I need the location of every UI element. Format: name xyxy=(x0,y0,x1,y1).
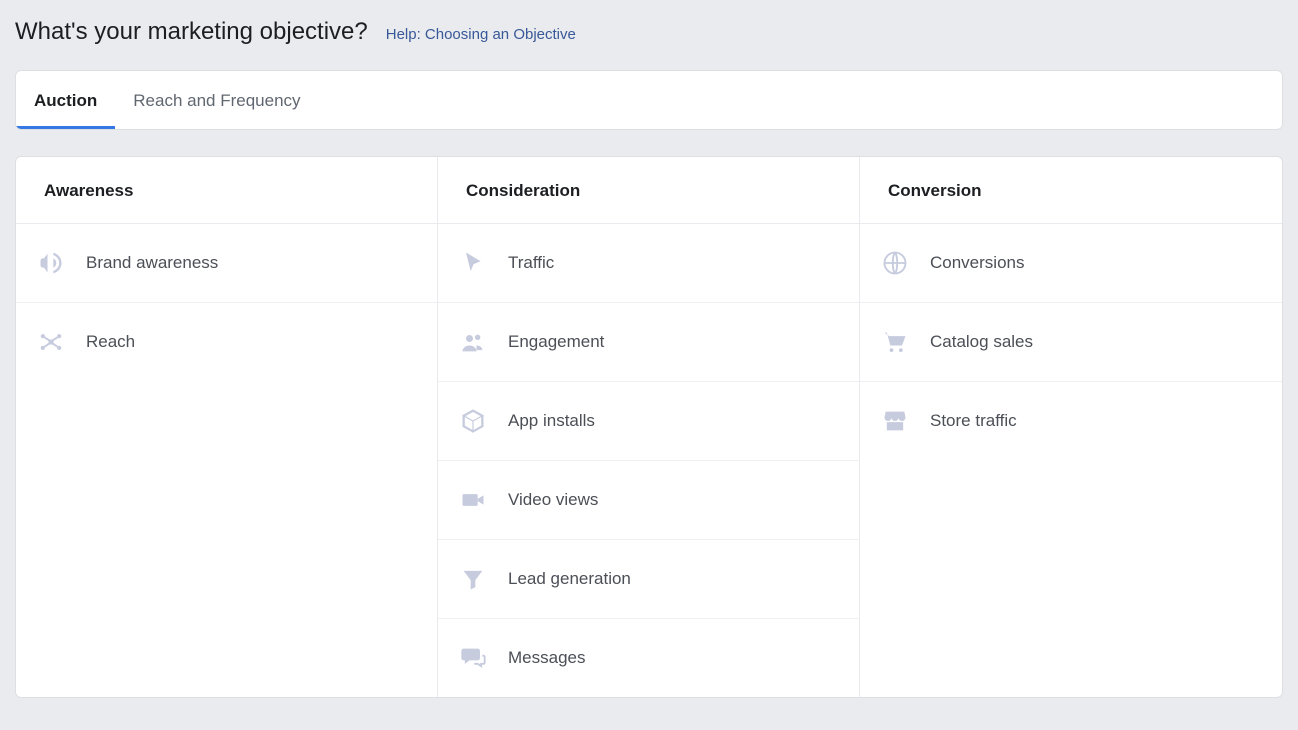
objective-label: App installs xyxy=(508,411,595,431)
column-header-awareness: Awareness xyxy=(16,157,437,224)
tab-auction[interactable]: Auction xyxy=(16,71,115,129)
objective-conversions[interactable]: Conversions xyxy=(860,224,1282,303)
chat-bubbles-icon xyxy=(458,643,488,673)
objective-label: Traffic xyxy=(508,253,554,273)
objective-traffic[interactable]: Traffic xyxy=(438,224,859,303)
objective-label: Store traffic xyxy=(930,411,1017,431)
objective-lead-generation[interactable]: Lead generation xyxy=(438,540,859,619)
objective-reach[interactable]: Reach xyxy=(16,303,437,381)
objective-video-views[interactable]: Video views xyxy=(438,461,859,540)
objective-messages[interactable]: Messages xyxy=(438,619,859,697)
column-header-consideration: Consideration xyxy=(438,157,859,224)
globe-icon xyxy=(880,248,910,278)
column-header-conversion: Conversion xyxy=(860,157,1282,224)
objective-label: Engagement xyxy=(508,332,604,352)
column-consideration: Consideration Traffic Engagement App ins… xyxy=(438,157,860,697)
objectives-card: Awareness Brand awareness Reach Consider… xyxy=(15,156,1283,698)
objective-label: Messages xyxy=(508,648,585,668)
objective-label: Reach xyxy=(86,332,135,352)
objective-label: Conversions xyxy=(930,253,1025,273)
objective-label: Catalog sales xyxy=(930,332,1033,352)
cube-icon xyxy=(458,406,488,436)
objective-app-installs[interactable]: App installs xyxy=(438,382,859,461)
objective-label: Lead generation xyxy=(508,569,631,589)
store-icon xyxy=(880,406,910,436)
objective-catalog-sales[interactable]: Catalog sales xyxy=(860,303,1282,382)
help-link[interactable]: Help: Choosing an Objective xyxy=(386,26,576,43)
buying-type-tabs: Auction Reach and Frequency xyxy=(15,70,1283,130)
funnel-icon xyxy=(458,564,488,594)
objective-label: Brand awareness xyxy=(86,253,218,273)
tab-reach-frequency[interactable]: Reach and Frequency xyxy=(115,71,318,129)
page-title: What's your marketing objective? xyxy=(15,18,368,46)
shopping-cart-icon xyxy=(880,327,910,357)
megaphone-icon xyxy=(36,248,66,278)
objective-brand-awareness[interactable]: Brand awareness xyxy=(16,224,437,303)
video-icon xyxy=(458,485,488,515)
objective-label: Video views xyxy=(508,490,598,510)
people-icon xyxy=(458,327,488,357)
column-awareness: Awareness Brand awareness Reach xyxy=(16,157,438,697)
cursor-icon xyxy=(458,248,488,278)
share-nodes-icon xyxy=(36,327,66,357)
objective-engagement[interactable]: Engagement xyxy=(438,303,859,382)
objective-store-traffic[interactable]: Store traffic xyxy=(860,382,1282,460)
column-conversion: Conversion Conversions Catalog sales Sto… xyxy=(860,157,1282,697)
